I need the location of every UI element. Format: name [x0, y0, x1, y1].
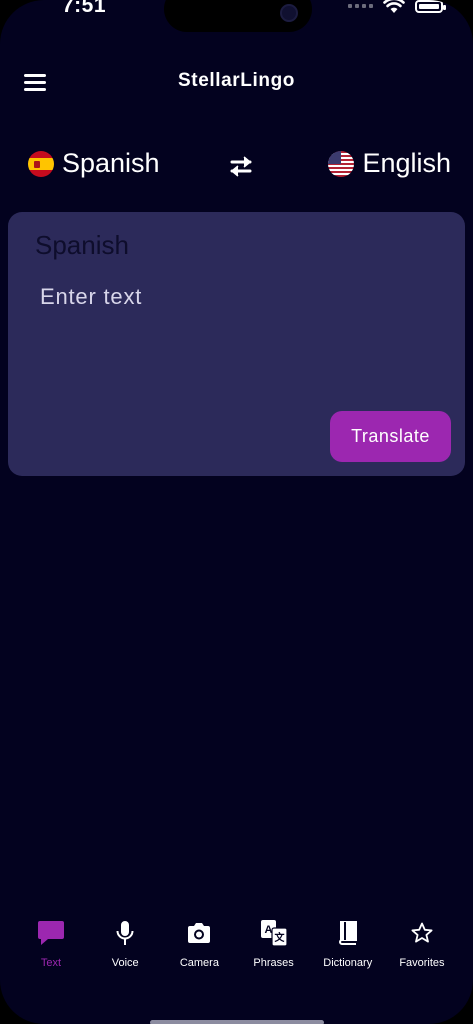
nav-item-camera[interactable]: Camera — [162, 918, 236, 978]
dynamic-island — [164, 0, 312, 32]
star-icon — [411, 922, 433, 943]
app-screen: 7:51 StellarLingo Spanish English Spanis… — [0, 0, 473, 1024]
cellular-signal-icon — [348, 4, 373, 8]
swap-languages-button[interactable] — [226, 152, 256, 180]
chat-bubble-icon — [38, 921, 64, 945]
source-language-label: Spanish — [62, 148, 160, 178]
nav-item-text[interactable]: Text — [14, 918, 88, 978]
translate-icon: A 文 — [260, 920, 288, 947]
us-flag-icon — [328, 150, 355, 177]
nav-item-phrases[interactable]: A 文 Phrases — [237, 918, 311, 978]
battery-icon — [415, 0, 446, 13]
translation-input-card: Spanish Translate — [8, 212, 465, 476]
app-title: StellarLingo — [178, 70, 295, 91]
front-camera-icon — [280, 4, 298, 22]
microphone-icon — [116, 921, 134, 945]
target-language-label: English — [362, 148, 451, 178]
translate-button[interactable]: Translate — [330, 411, 451, 462]
nav-label-favorites: Favorites — [399, 957, 445, 969]
nav-item-voice[interactable]: Voice — [88, 918, 162, 978]
input-language-label: Spanish — [35, 230, 129, 260]
nav-label-dictionary: Dictionary — [323, 957, 373, 969]
target-language-selector[interactable]: English — [328, 148, 451, 179]
status-indicators — [348, 0, 446, 14]
nav-label-camera: Camera — [179, 957, 219, 969]
camera-icon — [188, 923, 211, 943]
nav-item-dictionary[interactable]: Dictionary — [311, 918, 385, 978]
nav-item-favorites[interactable]: Favorites — [385, 918, 459, 978]
nav-label-voice: Voice — [111, 957, 139, 969]
svg-text:A: A — [264, 924, 272, 936]
swap-arrows-icon — [230, 156, 252, 177]
svg-text:文: 文 — [274, 931, 285, 944]
wifi-icon — [383, 0, 405, 13]
status-time: 7:51 — [62, 0, 107, 17]
bottom-navigation: Text Voice Camera A 文 Phrases Dictionary… — [14, 918, 459, 978]
book-icon — [338, 921, 357, 945]
source-text-input[interactable] — [38, 282, 442, 396]
nav-label-text: Text — [40, 957, 62, 969]
home-indicator[interactable] — [150, 1020, 324, 1024]
spain-flag-icon — [28, 150, 54, 177]
nav-label-phrases: Phrases — [253, 957, 294, 969]
source-language-selector[interactable]: Spanish — [28, 148, 160, 179]
